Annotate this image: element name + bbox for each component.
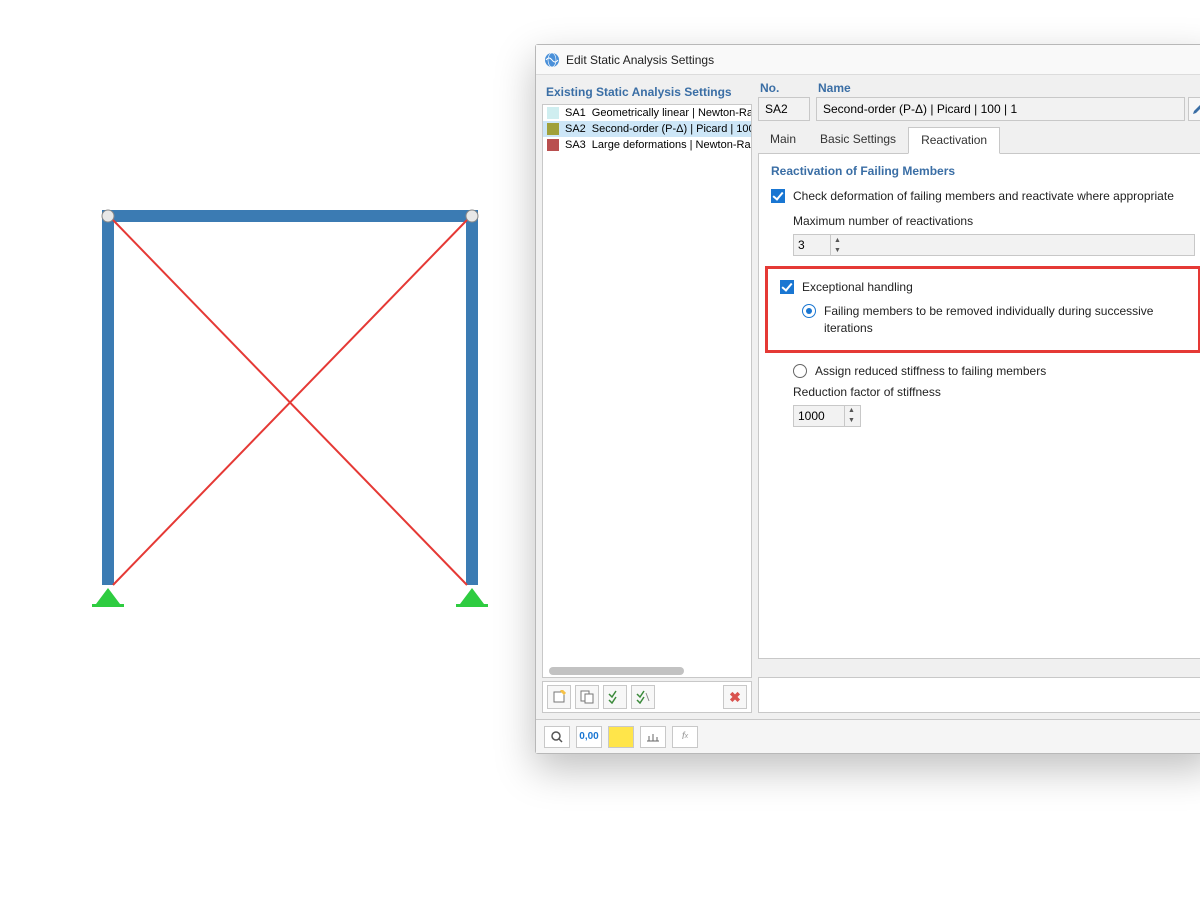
tab-basic-settings[interactable]: Basic Settings	[808, 127, 908, 153]
footer-magnifier-button[interactable]	[544, 726, 570, 748]
check-deformation-label: Check deformation of failing members and…	[793, 188, 1195, 204]
new-button[interactable]	[547, 685, 571, 709]
reduction-factor-spinner[interactable]: ▲▼	[793, 405, 861, 427]
reduction-factor-label: Reduction factor of stiffness	[793, 385, 1195, 399]
app-icon	[544, 52, 560, 68]
uncheck-all-button[interactable]	[631, 685, 655, 709]
no-field-input[interactable]	[758, 97, 810, 121]
existing-settings-header: Existing Static Analysis Settings	[542, 81, 752, 101]
footer-function-button[interactable]: fx	[672, 726, 698, 748]
color-swatch	[547, 139, 559, 151]
static-analysis-settings-dialog: Edit Static Analysis Settings Existing S…	[535, 44, 1200, 754]
settings-list-row-sa2[interactable]: SA2 Second-order (P-Δ) | Picard | 100 |	[543, 121, 751, 137]
no-field-label: No.	[758, 81, 810, 95]
spinner-down-icon[interactable]: ▼	[831, 245, 844, 255]
list-toolbar: ✖	[542, 681, 752, 713]
exceptional-handling-highlight: Exceptional handling Failing members to …	[765, 266, 1200, 353]
pencil-icon	[1192, 103, 1200, 115]
checks-icon	[636, 690, 650, 704]
name-field-label: Name	[816, 81, 1200, 95]
comment-input[interactable]	[758, 677, 1200, 713]
spinner-up-icon[interactable]: ▲	[845, 406, 858, 416]
max-reactivations-label: Maximum number of reactivations	[793, 214, 1195, 228]
reduction-factor-input[interactable]	[794, 406, 844, 426]
list-item-code: SA3	[565, 139, 586, 151]
list-item-label: Geometrically linear | Newton-Rap	[592, 107, 752, 119]
radio-assign-label: Assign reduced stiffness to failing memb…	[815, 363, 1195, 379]
color-swatch	[547, 107, 559, 119]
settings-list-row-sa1[interactable]: SA1 Geometrically linear | Newton-Rap	[543, 105, 751, 121]
copy-icon	[580, 690, 594, 704]
horizontal-scrollbar[interactable]	[549, 667, 684, 675]
reactivation-section-title: Reactivation of Failing Members	[771, 164, 1195, 178]
max-reactivations-spinner[interactable]: ▲▼	[793, 234, 1195, 256]
list-item-code: SA2	[565, 123, 586, 135]
dialog-title: Edit Static Analysis Settings	[566, 53, 714, 67]
exceptional-handling-checkbox[interactable]	[780, 280, 794, 294]
delete-icon: ✖	[729, 689, 741, 706]
copy-button[interactable]	[575, 685, 599, 709]
checks-icon	[608, 690, 622, 704]
footer-color-button[interactable]	[608, 726, 634, 748]
check-deformation-checkbox[interactable]	[771, 189, 785, 203]
settings-list[interactable]: SA1 Geometrically linear | Newton-Rap SA…	[542, 104, 752, 678]
radio-remove-label: Failing members to be removed individual…	[824, 303, 1186, 335]
dialog-footer-toolbar: 0,00 fx	[536, 719, 1200, 753]
tabs: Main Basic Settings Reactivation	[758, 127, 1200, 154]
new-icon	[552, 690, 566, 704]
settings-list-row-sa3[interactable]: SA3 Large deformations | Newton-Rap	[543, 137, 751, 153]
footer-precision-button[interactable]: 0,00	[576, 726, 602, 748]
footer-units-button[interactable]	[640, 726, 666, 748]
precision-value: 0,00	[579, 731, 598, 742]
check-all-button[interactable]	[603, 685, 627, 709]
tab-reactivation[interactable]: Reactivation	[908, 127, 1000, 154]
edit-name-button[interactable]	[1188, 97, 1200, 121]
color-swatch	[547, 123, 559, 135]
tab-main[interactable]: Main	[758, 127, 808, 153]
name-field-input[interactable]	[816, 97, 1185, 121]
radio-assign-reduced-stiffness[interactable]	[793, 364, 807, 378]
dialog-titlebar[interactable]: Edit Static Analysis Settings	[536, 45, 1200, 75]
spinner-down-icon[interactable]: ▼	[845, 416, 858, 426]
list-item-code: SA1	[565, 107, 586, 119]
magnifier-icon	[551, 731, 563, 743]
radio-remove-individually[interactable]	[802, 304, 816, 318]
list-item-label: Large deformations | Newton-Rap	[592, 139, 752, 151]
delete-button[interactable]: ✖	[723, 685, 747, 709]
units-icon	[646, 731, 660, 743]
reactivation-tab-content: Reactivation of Failing Members Check de…	[758, 154, 1200, 659]
spinner-up-icon[interactable]: ▲	[831, 235, 844, 245]
structural-model-diagram	[80, 190, 500, 630]
exceptional-handling-label: Exceptional handling	[802, 279, 1186, 295]
max-reactivations-input[interactable]	[794, 235, 830, 255]
list-item-label: Second-order (P-Δ) | Picard | 100 |	[592, 123, 752, 135]
